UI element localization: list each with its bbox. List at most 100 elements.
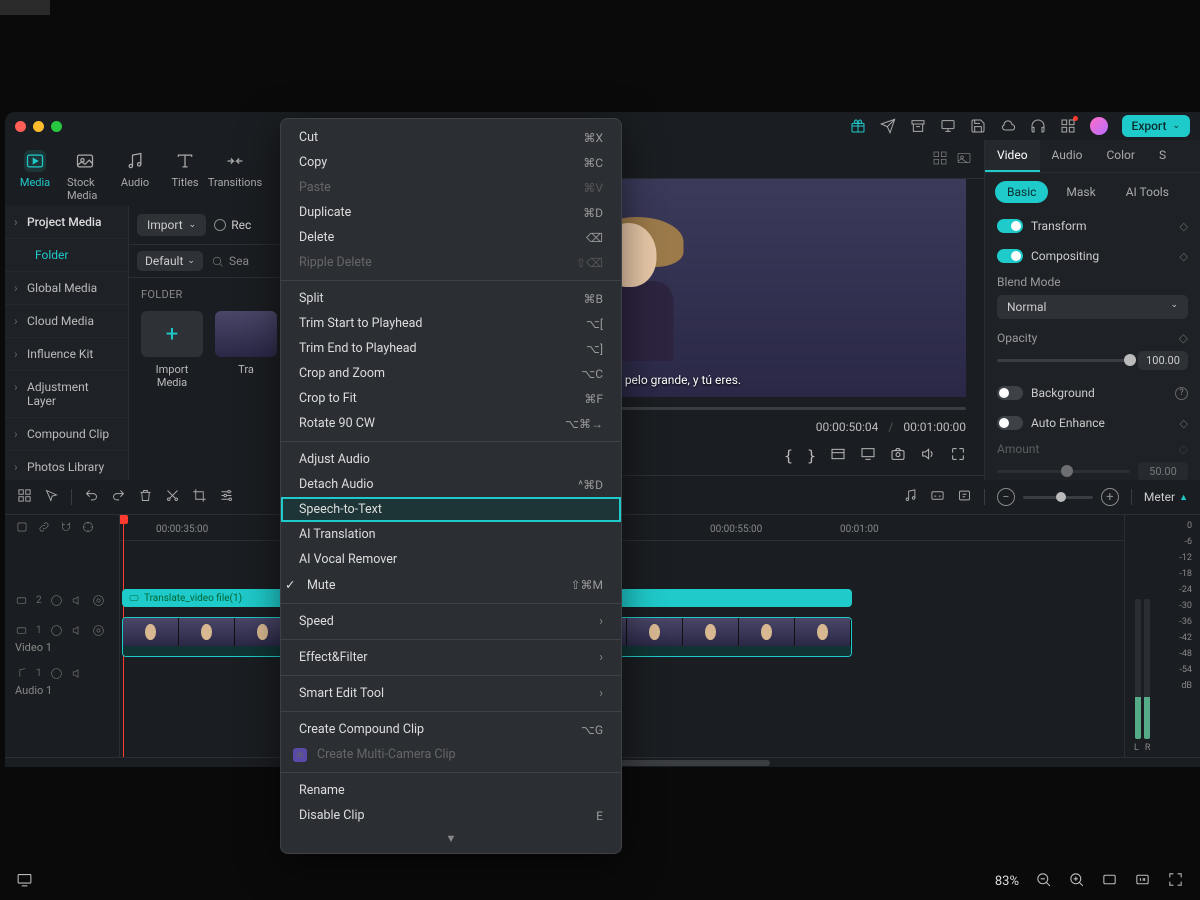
marker-icon[interactable] bbox=[957, 488, 972, 506]
timeline-tracks[interactable]: 00:00:35:00 00:00:55:00 00:01:00 Transla… bbox=[120, 515, 1124, 757]
tree-adjustment-layer[interactable]: Adjustment Layer bbox=[5, 371, 128, 418]
mark-in-button[interactable]: { bbox=[784, 447, 793, 465]
tab-titles[interactable]: Titles bbox=[161, 146, 209, 206]
gift-icon[interactable] bbox=[850, 118, 866, 134]
save-icon[interactable] bbox=[970, 118, 986, 134]
keyframe-icon[interactable]: ◇ bbox=[1180, 220, 1188, 233]
ctx-duplicate[interactable]: Duplicate⌘D bbox=[281, 200, 621, 225]
ctx-speed[interactable]: Speed› bbox=[281, 609, 621, 634]
ctx-disable-clip[interactable]: Disable ClipE bbox=[281, 803, 621, 828]
insp-tab-more[interactable]: S bbox=[1147, 140, 1178, 172]
ctx-cut[interactable]: Cut⌘X bbox=[281, 125, 621, 150]
keyframe-icon[interactable]: ◇ bbox=[1180, 417, 1188, 430]
ctx-copy[interactable]: Copy⌘C bbox=[281, 150, 621, 175]
media-tile[interactable]: . Tra bbox=[215, 311, 277, 389]
subtab-ai-tools[interactable]: AI Tools bbox=[1114, 181, 1181, 203]
ctx-more[interactable]: ▼ bbox=[281, 828, 621, 847]
expand-button[interactable] bbox=[950, 446, 966, 465]
opacity-slider[interactable] bbox=[997, 359, 1130, 362]
user-avatar[interactable] bbox=[1090, 117, 1108, 135]
sort-dropdown[interactable]: Default⌄ bbox=[137, 251, 203, 271]
fullscreen-icon[interactable] bbox=[1167, 871, 1184, 891]
snap-icon[interactable] bbox=[81, 520, 95, 537]
tree-influence-kit[interactable]: Influence Kit bbox=[5, 338, 128, 371]
insp-tab-color[interactable]: Color bbox=[1094, 140, 1146, 172]
record-toggle[interactable]: Rec bbox=[214, 218, 251, 232]
tree-folder[interactable]: Folder bbox=[5, 239, 128, 272]
zoom-slider[interactable] bbox=[1023, 496, 1093, 499]
maximize-window-button[interactable] bbox=[51, 121, 62, 132]
search-input[interactable]: Sea bbox=[211, 254, 249, 268]
timeline-ruler[interactable]: 00:00:35:00 00:00:55:00 00:01:00 bbox=[120, 515, 1124, 541]
zoom-in-icon[interactable] bbox=[1068, 871, 1085, 891]
insp-tab-audio[interactable]: Audio bbox=[1040, 140, 1095, 172]
subtab-basic[interactable]: Basic bbox=[995, 181, 1048, 203]
ctx-crop-fit[interactable]: Crop to Fit⌘F bbox=[281, 386, 621, 411]
apps-icon[interactable] bbox=[1060, 118, 1076, 134]
display-icon[interactable] bbox=[16, 871, 33, 891]
zoom-in-button[interactable]: + bbox=[1101, 488, 1119, 506]
layout-button[interactable] bbox=[830, 446, 846, 465]
ctx-delete[interactable]: Delete⌫ bbox=[281, 225, 621, 250]
ctx-ai-translation[interactable]: AI Translation bbox=[281, 522, 621, 547]
archive-icon[interactable] bbox=[910, 118, 926, 134]
tree-project-media[interactable]: Project Media bbox=[5, 206, 128, 239]
ctx-compound-clip[interactable]: Create Compound Clip⌥G bbox=[281, 717, 621, 742]
ctx-effect-filter[interactable]: Effect&Filter› bbox=[281, 645, 621, 670]
volume-button[interactable] bbox=[920, 446, 936, 465]
auto-enhance-toggle[interactable] bbox=[997, 416, 1023, 430]
tree-global-media[interactable]: Global Media bbox=[5, 272, 128, 305]
transform-toggle[interactable] bbox=[997, 219, 1023, 233]
undo-icon[interactable] bbox=[84, 488, 99, 506]
delete-icon[interactable] bbox=[138, 488, 153, 506]
tab-media[interactable]: Media bbox=[11, 146, 59, 206]
redo-icon[interactable] bbox=[111, 488, 126, 506]
ctx-rotate[interactable]: Rotate 90 CW⌥⌘→ bbox=[281, 411, 621, 436]
cut-icon[interactable] bbox=[165, 488, 180, 506]
cloud-icon[interactable] bbox=[1000, 118, 1016, 134]
keyframe-icon[interactable]: ◇ bbox=[1179, 331, 1188, 345]
ctx-mute[interactable]: ✓Mute⇧⌘M bbox=[281, 572, 621, 598]
magnet-icon[interactable] bbox=[59, 520, 73, 537]
link-icon[interactable] bbox=[37, 520, 51, 537]
grid-view-icon[interactable] bbox=[932, 150, 948, 169]
zoom-out-button[interactable]: − bbox=[997, 488, 1015, 506]
insp-tab-video[interactable]: Video bbox=[985, 140, 1040, 172]
ctx-speech-to-text[interactable]: Speech-to-Text bbox=[281, 497, 621, 522]
tree-compound-clip[interactable]: Compound Clip bbox=[5, 418, 128, 451]
background-toggle[interactable] bbox=[997, 386, 1023, 400]
ctx-trim-start[interactable]: Trim Start to Playhead⌥[ bbox=[281, 311, 621, 336]
ctx-split[interactable]: Split⌘B bbox=[281, 286, 621, 311]
adjust-icon[interactable] bbox=[219, 488, 234, 506]
tab-audio[interactable]: Audio bbox=[111, 146, 159, 206]
tab-transitions[interactable]: Transitions bbox=[211, 146, 259, 206]
tab-stock-media[interactable]: Stock Media bbox=[61, 146, 109, 206]
ctx-crop-zoom[interactable]: Crop and Zoom⌥C bbox=[281, 361, 621, 386]
audio-track-head[interactable]: 1 bbox=[5, 662, 119, 684]
zoom-out-icon[interactable] bbox=[1035, 871, 1052, 891]
mark-out-button[interactable]: } bbox=[807, 447, 816, 465]
ctx-adjust-audio[interactable]: Adjust Audio bbox=[281, 447, 621, 472]
send-icon[interactable] bbox=[880, 118, 896, 134]
tree-cloud-media[interactable]: Cloud Media bbox=[5, 305, 128, 338]
select-icon[interactable] bbox=[44, 488, 59, 506]
music-icon[interactable] bbox=[903, 488, 918, 506]
layout-icon[interactable] bbox=[17, 488, 32, 506]
export-button[interactable]: Export⌄ bbox=[1122, 115, 1190, 137]
blend-mode-select[interactable]: Normal⌄ bbox=[997, 295, 1188, 319]
fit-icon[interactable] bbox=[1101, 871, 1118, 891]
video-track-head[interactable]: 1 bbox=[5, 619, 119, 641]
ctx-trim-end[interactable]: Trim End to Playhead⌥] bbox=[281, 336, 621, 361]
caption-track-head[interactable]: 2 bbox=[5, 589, 119, 611]
help-icon[interactable]: ? bbox=[1175, 387, 1188, 400]
crop-icon[interactable] bbox=[192, 488, 207, 506]
import-button[interactable]: Import⌄ bbox=[137, 214, 206, 236]
headphones-icon[interactable] bbox=[1030, 118, 1046, 134]
minimize-window-button[interactable] bbox=[33, 121, 44, 132]
snapshot-button[interactable] bbox=[890, 446, 906, 465]
meter-toggle[interactable]: Meter▲ bbox=[1144, 490, 1188, 504]
image-view-icon[interactable] bbox=[956, 150, 972, 169]
subtab-mask[interactable]: Mask bbox=[1054, 181, 1107, 203]
ctx-smart-edit[interactable]: Smart Edit Tool› bbox=[281, 681, 621, 706]
caption-icon[interactable] bbox=[930, 488, 945, 506]
